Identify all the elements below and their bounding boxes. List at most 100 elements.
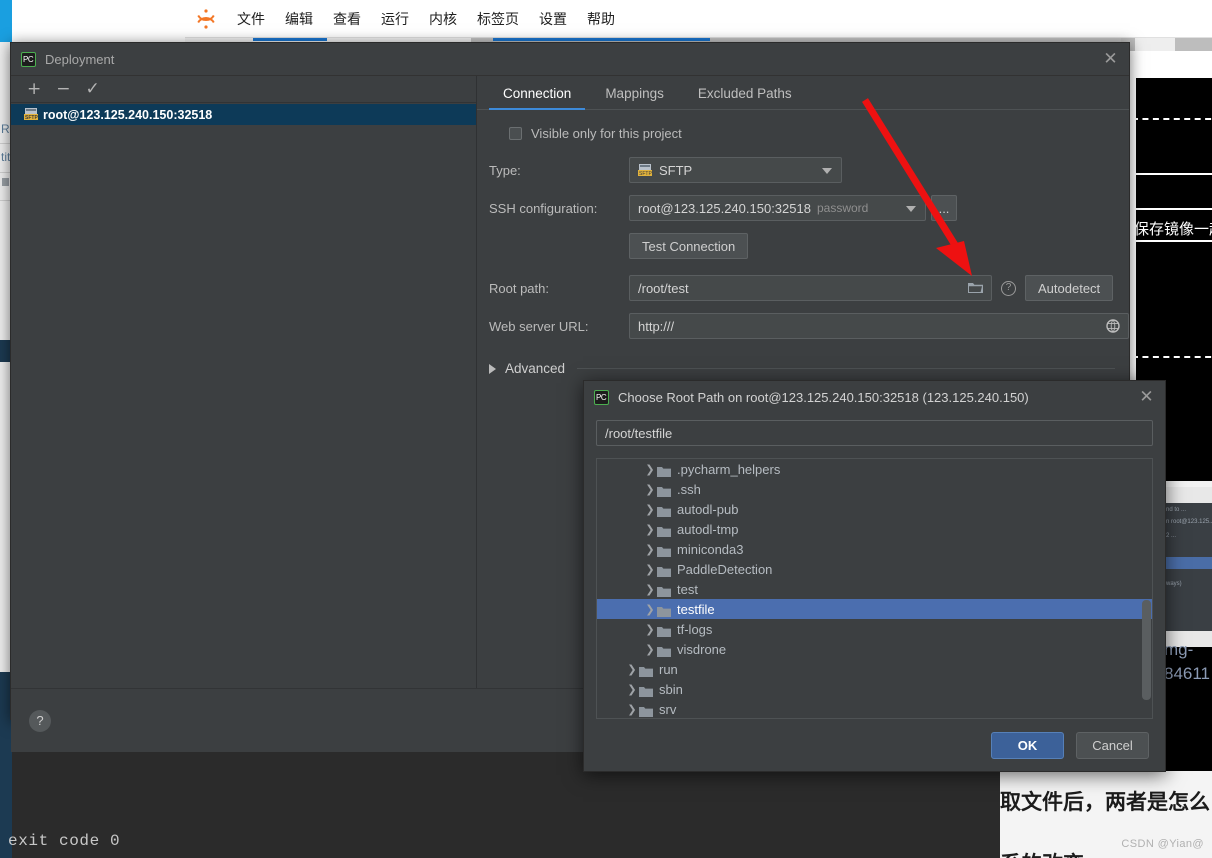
chevron-right-icon[interactable]: ❯ [625,683,639,696]
jupyter-menubar: 文件 编辑 查看 运行 内核 标签页 设置 帮助 [185,0,1212,38]
tree-scrollbar-thumb[interactable] [1142,600,1151,700]
autodetect-button[interactable]: Autodetect [1025,275,1114,301]
tree-item[interactable]: ❯ tf-logs [597,619,1152,639]
menu-item-kernel[interactable]: 内核 [429,9,457,29]
folder-icon [657,464,671,477]
sftp-icon: SFTP [638,163,652,177]
menu-item-settings[interactable]: 设置 [539,9,567,29]
menu-item-help[interactable]: 帮助 [587,9,615,29]
tree-item[interactable]: ❯ run [597,659,1152,679]
tree-item-label: run [659,661,678,677]
tree-item[interactable]: ❯ autodl-pub [597,499,1152,519]
background-mini-dialog: nd to ... n root@123.125... 2 ... ways) [1164,503,1212,631]
chevron-right-icon[interactable]: ❯ [643,583,657,596]
tree-item[interactable]: ❯ visdrone [597,639,1152,659]
menu-item-tabs[interactable]: 标签页 [477,9,519,29]
chevron-right-icon[interactable]: ❯ [643,483,657,496]
directory-tree[interactable]: ❯ .pycharm_helpers ❯ .ssh ❯ autodl-pub ❯ autodl… [597,459,1152,718]
menu-item-edit[interactable]: 编辑 [285,9,313,29]
tab-connection[interactable]: Connection [489,86,586,110]
chevron-right-icon[interactable] [489,363,496,374]
tree-item[interactable]: ❯ PaddleDetection [597,559,1152,579]
chevron-down-icon [906,206,916,212]
ssh-config-select[interactable]: root@123.125.240.150:32518 password [629,195,926,221]
mini-dialog-line-4: ways) [1166,581,1182,587]
chevron-right-icon[interactable]: ❯ [643,643,657,656]
folder-browse-icon[interactable] [968,281,983,299]
root-path-input[interactable]: /root/test [629,275,992,301]
chevron-right-icon[interactable]: ❯ [643,503,657,516]
chevron-right-icon[interactable]: ❯ [643,463,657,476]
chevron-right-icon[interactable]: ❯ [625,663,639,676]
tree-item[interactable]: ❯ .pycharm_helpers [597,459,1152,479]
ssh-config-browse-button[interactable]: ... [931,195,957,221]
type-select[interactable]: SFTP SFTP [629,157,842,183]
server-list-item[interactable]: SFTP root@123.125.240.150:32518 [11,104,476,125]
add-server-button[interactable]: + [27,80,41,98]
tab-mappings[interactable]: Mappings [591,86,678,109]
cancel-button[interactable]: Cancel [1076,731,1149,759]
web-url-input[interactable]: http:/// [629,313,1129,339]
mini-dialog-line-2: n root@123.125... [1166,519,1212,525]
folder-icon [639,684,653,697]
folder-icon [657,644,671,657]
type-select-value: SFTP [659,162,693,178]
advanced-section[interactable]: Advanced [489,361,1129,376]
chevron-right-icon[interactable]: ❯ [643,563,657,576]
tab-excluded-paths[interactable]: Excluded Paths [684,86,806,109]
close-icon[interactable]: ✕ [1102,51,1119,68]
visible-only-checkbox[interactable] [509,127,522,140]
menu-item-run[interactable]: 运行 [381,9,409,29]
terminal-rule-3 [1136,240,1212,242]
tree-item-label: autodl-tmp [677,521,739,537]
help-button[interactable]: ? [29,709,51,732]
advanced-divider [577,368,1115,369]
connection-form: Visible only for this project Type: SFTP [477,110,1129,376]
set-default-button[interactable]: ✓ [86,80,100,98]
ssh-config-value: root@123.125.240.150:32518 [638,200,811,216]
tree-item-label: .pycharm_helpers [677,461,781,477]
folder-icon [657,544,671,557]
svg-text:SFTP: SFTP [639,171,652,177]
sftp-icon: SFTP [24,108,38,121]
pycharm-icon [21,51,36,67]
open-in-browser-icon[interactable] [1106,319,1120,338]
terminal-text-cn: 保存镜像一起 [1136,220,1212,238]
ok-button[interactable]: OK [991,731,1064,759]
tree-item[interactable]: ❯ sbin [597,679,1152,699]
tree-item[interactable]: ❯ test [597,579,1152,599]
test-connection-button[interactable]: Test Connection [629,233,749,259]
tree-item[interactable]: ❯ srv [597,699,1152,718]
server-list-pane: + − ✓ SFTP root@123.125.240.150:32518 [11,76,477,688]
tree-item-label: miniconda3 [677,541,744,557]
tree-item-label: visdrone [677,641,727,657]
visible-only-row: Visible only for this project [489,126,1129,141]
menu-item-view[interactable]: 查看 [333,9,361,29]
chevron-right-icon[interactable]: ❯ [643,523,657,536]
csdn-watermark: CSDN @Yian@ [1121,838,1204,850]
tree-item[interactable]: ❯ autodl-tmp [597,519,1152,539]
ssh-config-auth: password [816,201,869,215]
chevron-right-icon[interactable]: ❯ [625,703,639,716]
chevron-right-icon[interactable]: ❯ [643,603,657,616]
menu-item-file[interactable]: 文件 [237,9,265,29]
jupyter-sidebar-fragment-1: R [1,122,10,136]
server-list: SFTP root@123.125.240.150:32518 [11,103,476,688]
tree-item[interactable]: ❯ testfile [597,599,1152,619]
folder-icon [657,504,671,517]
root-path-help-icon[interactable]: ? [1001,280,1016,296]
deployment-titlebar: Deployment ✕ [11,43,1129,76]
chevron-down-icon [822,168,832,174]
jupyter-tab-3[interactable] [1135,38,1175,51]
tree-item[interactable]: ❯ miniconda3 [597,539,1152,559]
chooser-path-input[interactable]: /root/testfile [596,420,1153,446]
tree-item[interactable]: ❯ .ssh [597,479,1152,499]
root-path-value: /root/test [638,280,689,296]
chevron-right-icon[interactable]: ❯ [643,623,657,636]
pycharm-icon [594,390,609,405]
chevron-right-icon[interactable]: ❯ [643,543,657,556]
remove-server-button[interactable]: − [56,80,70,98]
close-icon[interactable]: ✕ [1138,389,1155,406]
web-url-row: Web server URL: http:/// [489,313,1129,339]
tree-item-label: PaddleDetection [677,561,773,577]
